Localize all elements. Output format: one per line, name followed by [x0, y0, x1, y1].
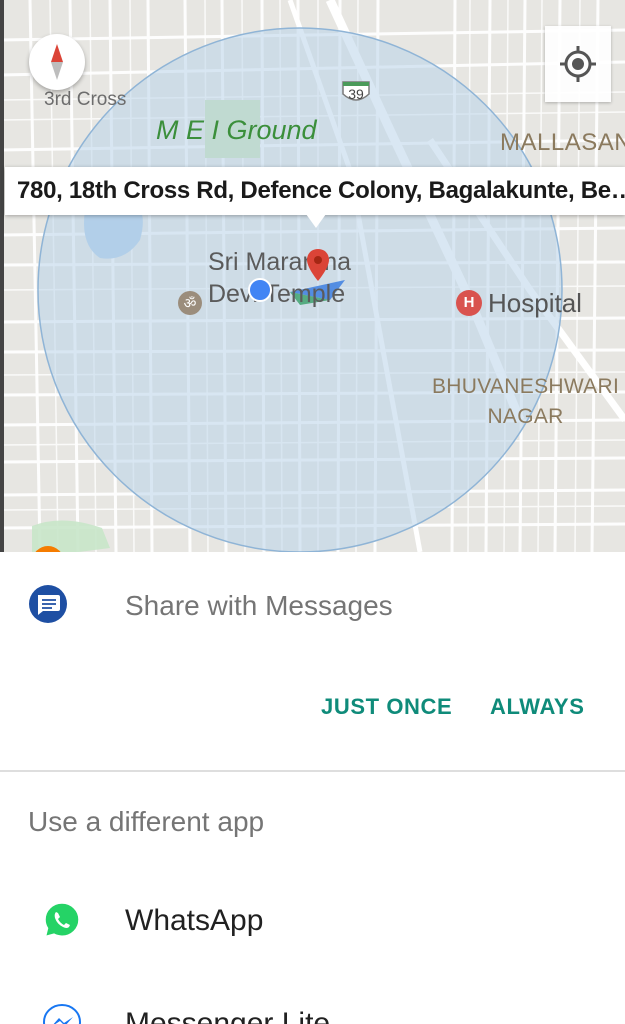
app-row-whatsapp[interactable]: WhatsApp: [0, 874, 625, 964]
app-row-messenger-lite[interactable]: Messenger Lite: [0, 977, 625, 1024]
my-location-dot: [248, 278, 272, 302]
messages-icon: [29, 585, 67, 623]
share-with-messages-label: Share with Messages: [125, 590, 393, 621]
always-button[interactable]: ALWAYS: [490, 694, 584, 720]
compass-button[interactable]: [29, 34, 85, 90]
share-sheet: Share with Messages JUST ONCE ALWAYS Use…: [0, 552, 625, 1024]
map-view[interactable]: 3rd Cross M E I Ground MALLASAND Sri Mar…: [0, 0, 625, 552]
maps-app-icon: [32, 520, 110, 552]
map-label-bhuv-line2: NAGAR: [487, 405, 564, 428]
temple-icon: ॐ: [178, 291, 202, 315]
app-name-whatsapp: WhatsApp: [125, 904, 264, 937]
hospital-icon: H: [456, 290, 482, 316]
just-once-button[interactable]: JUST ONCE: [321, 694, 452, 720]
my-location-button[interactable]: [545, 26, 611, 102]
address-callout[interactable]: 780, 18th Cross Rd, Defence Colony, Baga…: [5, 167, 625, 215]
use-different-app-heading: Use a different app: [28, 806, 265, 837]
whatsapp-icon: [44, 902, 80, 938]
divider: [0, 770, 625, 772]
compass-icon: [51, 44, 63, 80]
messenger-lite-icon: [42, 1003, 82, 1024]
map-label-hospital: Hospital: [488, 288, 582, 318]
callout-tail: [306, 214, 326, 228]
map-label-bhuv-line1: BHUVANESHWARI: [432, 375, 620, 398]
map-label-3rd-cross: 3rd Cross: [44, 89, 127, 110]
map-label-mallasand: MALLASAND: [500, 129, 625, 156]
road-shield-number: 39: [348, 86, 364, 102]
location-pin-icon[interactable]: [306, 248, 330, 282]
share-with-messages-row[interactable]: Share with Messages: [0, 552, 625, 657]
crosshair-icon: [560, 46, 596, 82]
map-label-mei-ground: M E I Ground: [156, 115, 317, 145]
screen: 3rd Cross M E I Ground MALLASAND Sri Mar…: [0, 0, 625, 1024]
share-actions: JUST ONCE ALWAYS: [0, 682, 625, 750]
app-name-messenger-lite: Messenger Lite: [125, 1007, 331, 1024]
map-label-temple-line2: Devi Temple: [208, 280, 346, 308]
map-label-bhuvaneshwari-nagar: BHUVANESHWARI NAGAR: [432, 372, 619, 432]
